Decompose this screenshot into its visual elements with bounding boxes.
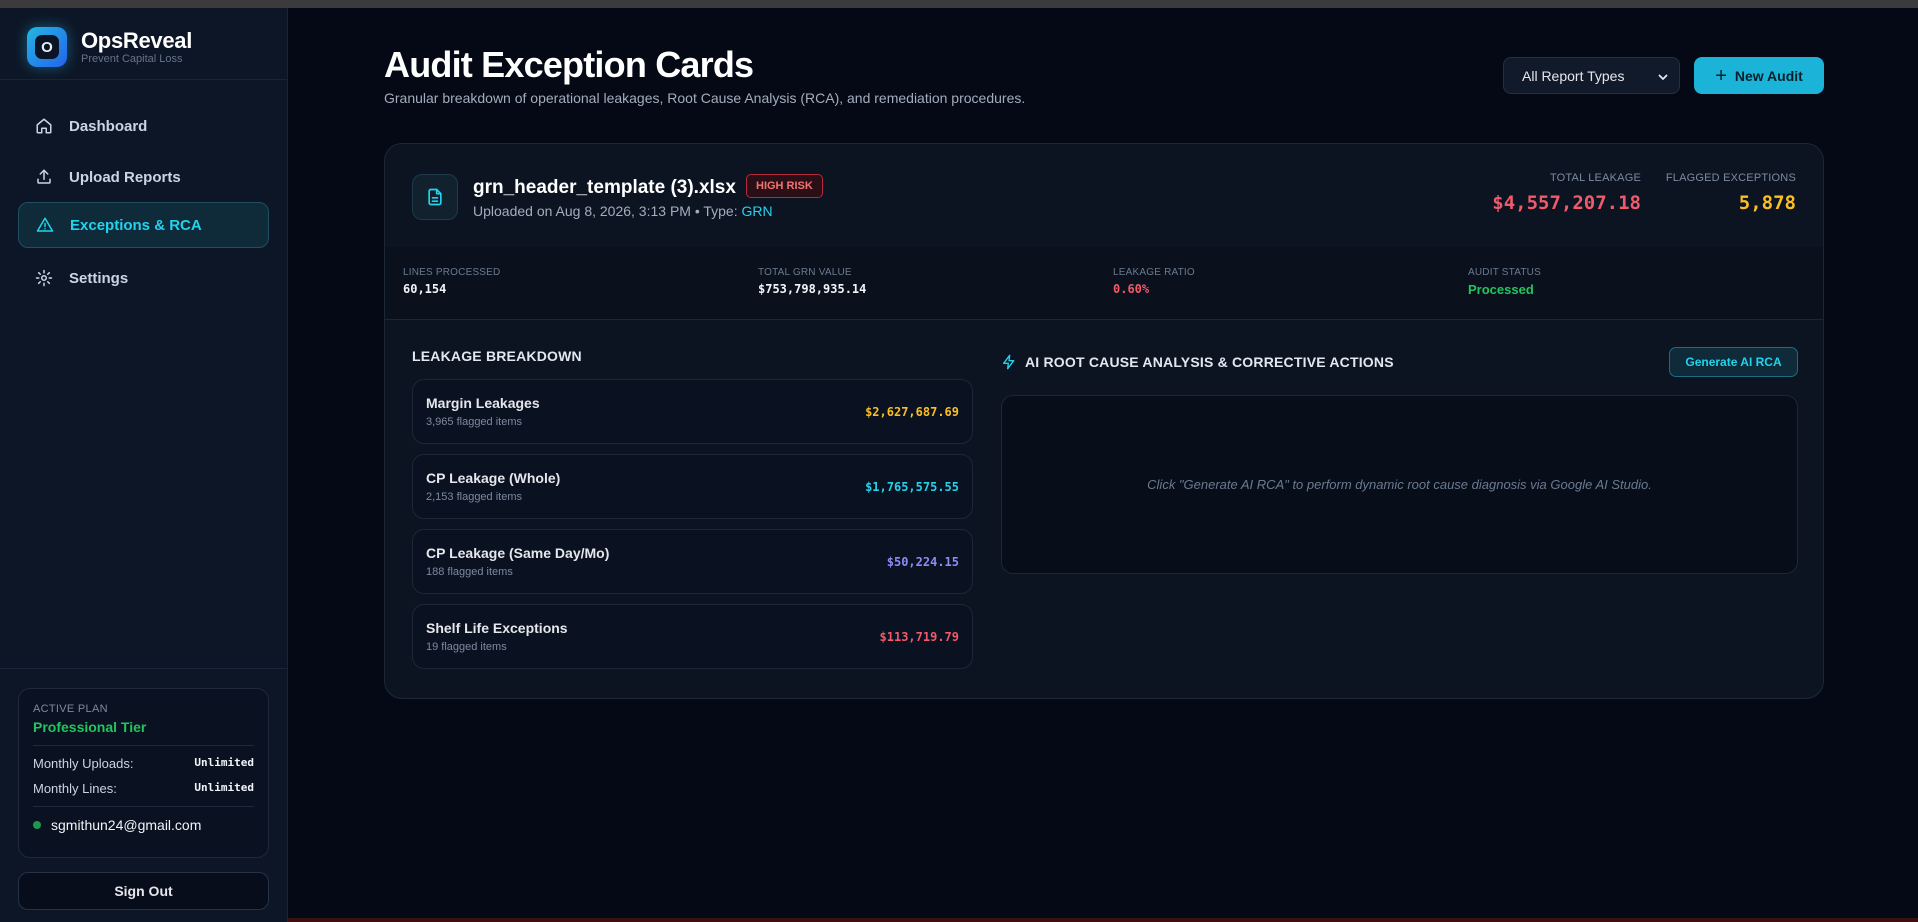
file-name: grn_header_template (3).xlsx bbox=[473, 177, 736, 198]
warning-triangle-icon bbox=[36, 217, 54, 232]
risk-badge: HIGH RISK bbox=[746, 174, 823, 198]
leakage-item-shelf-life[interactable]: Shelf Life Exceptions 19 flagged items $… bbox=[412, 604, 973, 669]
metric-label: LEAKAGE RATIO bbox=[1113, 267, 1195, 278]
leakage-count: 19 flagged items bbox=[426, 641, 507, 653]
divider bbox=[0, 668, 288, 669]
metric-lines-processed: LINES PROCESSED 60,154 bbox=[403, 267, 500, 296]
upload-icon bbox=[37, 169, 51, 184]
plan-lines-row: Monthly Lines: Unlimited bbox=[33, 781, 254, 796]
generate-ai-rca-button[interactable]: Generate AI RCA bbox=[1669, 347, 1798, 377]
ai-rca-placeholder: Click "Generate AI RCA" to perform dynam… bbox=[1147, 477, 1652, 492]
divider bbox=[385, 319, 1823, 320]
leakage-count: 188 flagged items bbox=[426, 566, 513, 578]
user-email: sgmithun24@gmail.com bbox=[51, 817, 202, 833]
select-value: All Report Types bbox=[1522, 67, 1625, 84]
leakage-item-margin[interactable]: Margin Leakages 3,965 flagged items $2,6… bbox=[412, 379, 973, 444]
brand-name: OpsReveal bbox=[81, 27, 193, 53]
sidebar-item-exceptions-rca[interactable]: Exceptions & RCA bbox=[18, 202, 269, 248]
brand[interactable]: O OpsReveal Prevent Capital Loss bbox=[27, 22, 192, 72]
flagged-exceptions-value: 5,878 bbox=[1738, 192, 1796, 214]
lightning-icon bbox=[1003, 354, 1015, 370]
leakage-name: Shelf Life Exceptions bbox=[426, 620, 568, 636]
metric-value: 60,154 bbox=[403, 282, 447, 296]
online-status-dot bbox=[33, 821, 41, 829]
brand-tagline: Prevent Capital Loss bbox=[81, 52, 183, 65]
gear-icon bbox=[35, 269, 53, 287]
total-leakage-value: $4,557,207.18 bbox=[1492, 192, 1641, 214]
home-icon bbox=[36, 118, 52, 134]
metric-label: TOTAL GRN VALUE bbox=[758, 267, 852, 278]
upload-meta: Uploaded on Aug 8, 2026, 3:13 PM • Type:… bbox=[473, 203, 773, 219]
leakage-item-cp-same-day[interactable]: CP Leakage (Same Day/Mo) 188 flagged ite… bbox=[412, 529, 973, 594]
sign-out-button[interactable]: Sign Out bbox=[18, 872, 269, 910]
leakage-name: Margin Leakages bbox=[426, 395, 540, 411]
audit-exception-card: grn_header_template (3).xlsx HIGH RISK U… bbox=[384, 143, 1824, 699]
total-leakage-label: TOTAL LEAKAGE bbox=[1549, 172, 1641, 184]
leakage-name: CP Leakage (Whole) bbox=[426, 470, 561, 486]
leakage-count: 3,965 flagged items bbox=[426, 416, 523, 428]
sidebar-item-label: Upload Reports bbox=[69, 168, 181, 186]
divider bbox=[33, 745, 254, 746]
plan-uploads-label: Monthly Uploads: bbox=[33, 756, 134, 771]
metric-value: 0.60% bbox=[1113, 282, 1150, 296]
app-logo: O bbox=[27, 27, 67, 67]
browser-top-bar bbox=[0, 0, 1918, 8]
leakage-value: $50,224.15 bbox=[886, 555, 959, 569]
sidebar-item-upload-reports[interactable]: Upload Reports bbox=[18, 154, 269, 200]
metric-total-grn-value: TOTAL GRN VALUE $753,798,935.14 bbox=[758, 267, 866, 296]
report-type-select[interactable]: All Report Types bbox=[1503, 57, 1680, 94]
metric-value: $753,798,935.14 bbox=[758, 282, 867, 296]
metric-leakage-ratio: LEAKAGE RATIO 0.60% bbox=[1113, 267, 1195, 296]
leakage-name: CP Leakage (Same Day/Mo) bbox=[426, 545, 610, 561]
chevron-down-icon bbox=[1658, 74, 1668, 80]
sidebar-item-label: Dashboard bbox=[69, 117, 148, 135]
leakage-count: 2,153 flagged items bbox=[426, 491, 523, 503]
plan-uploads-row: Monthly Uploads: Unlimited bbox=[33, 756, 254, 771]
leakage-item-cp-whole[interactable]: CP Leakage (Whole) 2,153 flagged items $… bbox=[412, 454, 973, 519]
plan-card: ACTIVE PLAN Professional Tier Monthly Up… bbox=[18, 688, 269, 858]
leakage-value: $2,627,687.69 bbox=[865, 405, 959, 419]
divider bbox=[33, 806, 254, 807]
new-audit-label: New Audit bbox=[1734, 67, 1803, 84]
ai-rca-header: AI ROOT CAUSE ANALYSIS & CORRECTIVE ACTI… bbox=[1001, 354, 1394, 370]
plan-tier: Professional Tier bbox=[33, 719, 147, 735]
page-title: Audit Exception Cards bbox=[384, 44, 754, 85]
sidebar-item-settings[interactable]: Settings bbox=[18, 255, 269, 301]
divider bbox=[0, 79, 288, 80]
metric-value: Processed bbox=[1468, 282, 1534, 297]
leakage-value: $1,765,575.55 bbox=[865, 480, 959, 494]
new-audit-button[interactable]: + New Audit bbox=[1694, 57, 1824, 94]
sidebar-item-label: Settings bbox=[69, 269, 129, 287]
plan-uploads-value: Unlimited bbox=[194, 756, 254, 769]
file-icon bbox=[412, 174, 458, 220]
leakage-value: $113,719.79 bbox=[879, 630, 959, 644]
plus-icon: + bbox=[1715, 64, 1727, 87]
ai-rca-output-panel: Click "Generate AI RCA" to perform dynam… bbox=[1001, 395, 1798, 574]
plan-lines-label: Monthly Lines: bbox=[33, 781, 117, 796]
sidebar-item-label: Exceptions & RCA bbox=[70, 216, 202, 234]
metric-audit-status: AUDIT STATUS Processed bbox=[1468, 267, 1541, 297]
upload-info: Uploaded on Aug 8, 2026, 3:13 PM • Type: bbox=[473, 203, 738, 219]
metrics-band: LINES PROCESSED 60,154 TOTAL GRN VALUE $… bbox=[385, 247, 1823, 319]
bottom-edge-bar bbox=[288, 918, 1918, 922]
page-subtitle: Granular breakdown of operational leakag… bbox=[384, 90, 1026, 106]
sidebar-item-dashboard[interactable]: Dashboard bbox=[18, 103, 269, 149]
sidebar: O OpsReveal Prevent Capital Loss Dashboa… bbox=[0, 8, 288, 922]
ai-rca-title: AI ROOT CAUSE ANALYSIS & CORRECTIVE ACTI… bbox=[1025, 354, 1394, 370]
plan-label: ACTIVE PLAN bbox=[33, 703, 108, 715]
leakage-breakdown-title: LEAKAGE BREAKDOWN bbox=[412, 348, 582, 364]
metric-label: LINES PROCESSED bbox=[403, 267, 501, 278]
metric-label: AUDIT STATUS bbox=[1468, 267, 1541, 278]
flagged-exceptions-label: FLAGGED EXCEPTIONS bbox=[1665, 172, 1796, 184]
plan-lines-value: Unlimited bbox=[194, 781, 254, 794]
logo-letter: O bbox=[35, 35, 59, 59]
user-account: sgmithun24@gmail.com bbox=[33, 817, 254, 833]
report-type: GRN bbox=[741, 203, 773, 219]
